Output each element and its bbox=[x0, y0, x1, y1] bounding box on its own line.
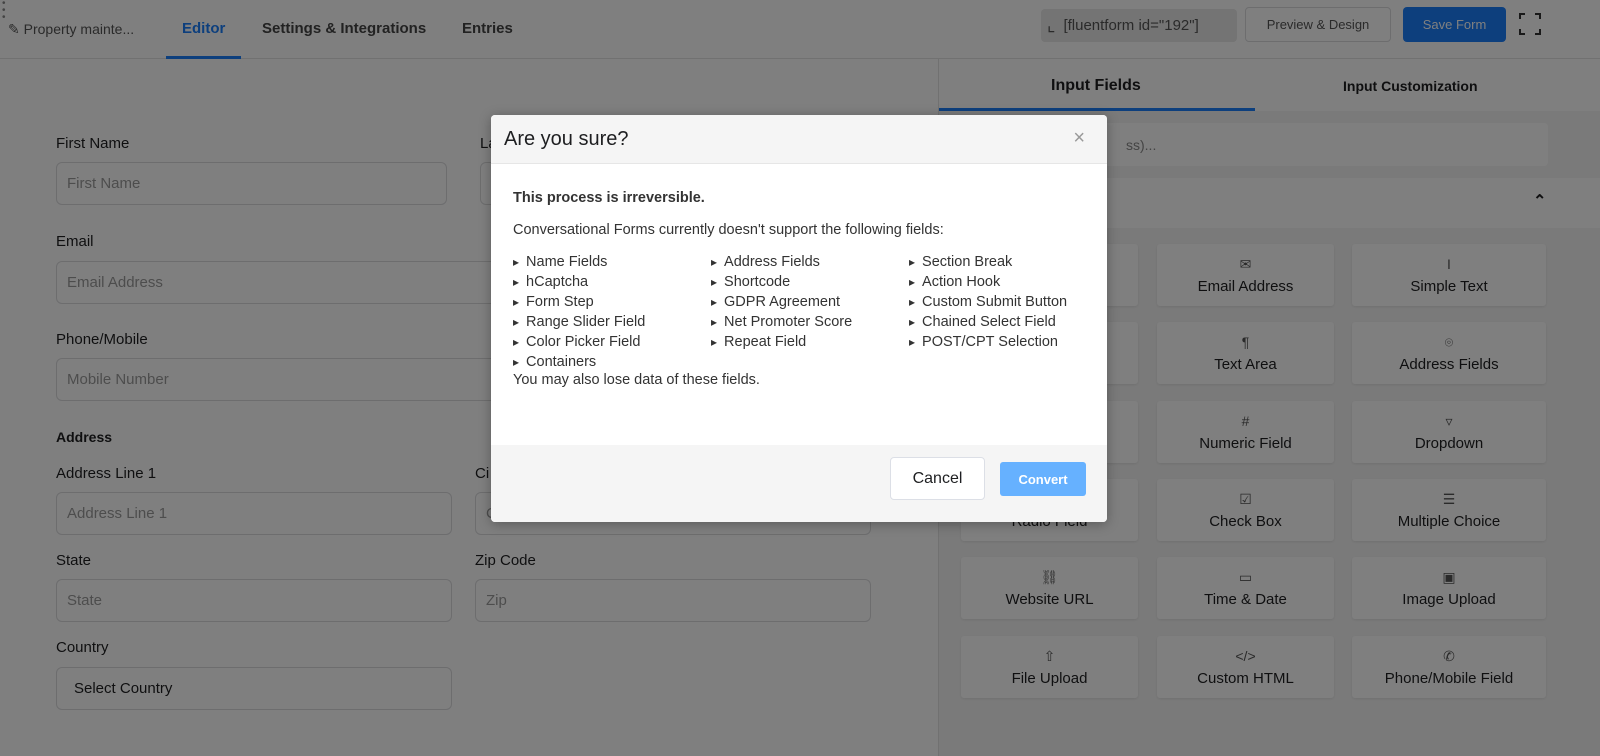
unsupported-field-item: Name Fields bbox=[513, 252, 711, 272]
unsupported-field-item: Custom Submit Button bbox=[909, 292, 1089, 312]
unsupported-field-item: Form Step bbox=[513, 292, 711, 312]
unsupported-field-item: GDPR Agreement bbox=[711, 292, 909, 312]
unsupported-field-item: Shortcode bbox=[711, 272, 909, 292]
unsupported-field-item: Color Picker Field bbox=[513, 332, 711, 352]
unsupported-field-item: Chained Select Field bbox=[909, 312, 1089, 332]
unsupported-field-item: POST/CPT Selection bbox=[909, 332, 1089, 352]
confirm-dialog: Are you sure? × This process is irrevers… bbox=[491, 115, 1107, 522]
unsupported-fields-list: Name FieldsAddress FieldsSection BreakhC… bbox=[513, 252, 1085, 372]
unsupported-field-item: Containers bbox=[513, 352, 711, 372]
dialog-title: Are you sure? bbox=[504, 128, 629, 150]
convert-button[interactable]: Convert bbox=[1000, 462, 1086, 496]
unsupported-field-item: Address Fields bbox=[711, 252, 909, 272]
unsupported-field-item: hCaptcha bbox=[513, 272, 711, 292]
unsupported-field-item: Section Break bbox=[909, 252, 1089, 272]
dialog-body: This process is irreversible. Conversati… bbox=[491, 164, 1107, 388]
unsupported-field-item: Net Promoter Score bbox=[711, 312, 909, 332]
dialog-footer: Cancel Convert bbox=[491, 445, 1107, 522]
close-icon[interactable]: × bbox=[1073, 127, 1085, 150]
unsupported-intro: Conversational Forms currently doesn't s… bbox=[513, 222, 944, 238]
irreversible-warning: This process is irreversible. bbox=[513, 190, 705, 206]
unsupported-field-item: Repeat Field bbox=[711, 332, 909, 352]
unsupported-field-item: Range Slider Field bbox=[513, 312, 711, 332]
data-loss-note: You may also lose data of these fields. bbox=[513, 372, 760, 388]
dialog-header: Are you sure? × bbox=[491, 115, 1107, 164]
cancel-button[interactable]: Cancel bbox=[890, 457, 985, 500]
unsupported-field-item: Action Hook bbox=[909, 272, 1089, 292]
